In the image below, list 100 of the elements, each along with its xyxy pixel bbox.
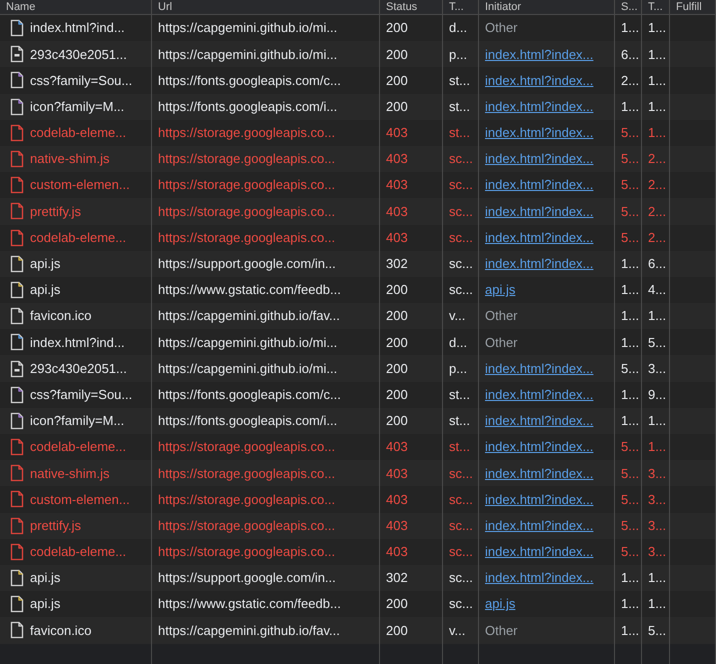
request-row[interactable]: icon?family=M... https://fonts.googleapis.com/i... 200 st... index.html?index... 1... 1... (0, 408, 716, 434)
size-header[interactable]: S... (621, 0, 638, 14)
request-row[interactable]: codelab-eleme... https://storage.googleapis.co... 403 sc... index.html?index... 5... 3... (0, 538, 716, 565)
initiator-link[interactable]: api.js (485, 280, 516, 300)
request-time: 5... (648, 334, 666, 352)
file-icon (10, 595, 24, 614)
request-size: 6... (621, 46, 640, 64)
request-type: st... (449, 386, 470, 404)
initiator-link[interactable]: index.html?index... (485, 384, 594, 404)
status-code: 200 (386, 622, 408, 640)
request-row[interactable]: native-shim.js https://storage.googleapis.co... 403 sc... index.html?index... 5... 2... (0, 146, 716, 172)
request-name: codelab-eleme... (30, 228, 126, 247)
time-header[interactable]: T... (648, 0, 663, 14)
initiator-link[interactable]: index.html?index... (485, 175, 594, 195)
request-name: prettify.js (30, 516, 82, 535)
url-header[interactable]: Url (158, 0, 172, 14)
request-row[interactable]: custom-elemen... https://storage.googleapis.co... 403 sc... index.html?index... 5... 3... (0, 486, 716, 513)
request-url: https://capgemini.github.io/mi... (158, 46, 338, 64)
request-row[interactable]: 293c430e2051... https://capgemini.github.io/mi... 200 p... index.html?index... 6... 1... (0, 41, 716, 68)
status-code: 200 (386, 72, 408, 90)
initiator-link[interactable]: index.html?index... (485, 123, 594, 143)
request-size: 5... (621, 150, 640, 168)
status-header[interactable]: Status (386, 0, 418, 14)
file-icon (10, 307, 24, 326)
file-icon (10, 412, 24, 430)
initiator-link[interactable]: index.html?index... (485, 96, 594, 116)
request-row[interactable]: custom-elemen... https://storage.googleapis.co... 403 sc... index.html?index... 5... 2... (0, 172, 716, 198)
request-time: 2... (648, 228, 666, 247)
request-row[interactable]: 293c430e2051... https://capgemini.github.io/mi... 200 p... index.html?index... 5... 3... (0, 355, 716, 382)
request-size: 1... (621, 412, 640, 430)
request-time: 1... (648, 46, 666, 64)
initiator-link[interactable]: index.html?index... (485, 149, 594, 169)
file-icon (10, 438, 24, 456)
request-row[interactable]: codelab-eleme... https://storage.googleapis.co... 403 sc... index.html?index... 5... 2... (0, 224, 716, 251)
initiator-link[interactable]: api.js (485, 594, 516, 614)
request-type: sc... (449, 255, 473, 274)
status-code: 403 (386, 228, 408, 247)
request-row[interactable]: icon?family=M... https://fonts.googleapis.com/i... 200 st... index.html?index... 1... 1... (0, 94, 716, 120)
request-row[interactable]: api.js https://www.gstatic.com/feedb... 200 sc... api.js 1... 4... (0, 276, 716, 304)
initiator-link[interactable]: index.html?index... (485, 254, 594, 274)
request-row[interactable]: api.js https://support.google.com/in... 302 sc... index.html?index... 1... 1... (0, 564, 716, 592)
initiator-link[interactable]: index.html?index... (485, 542, 594, 562)
request-row[interactable]: api.js https://support.google.com/in... 302 sc... index.html?index... 1... 6... (0, 250, 716, 277)
request-row[interactable]: css?family=Sou... https://fonts.googleapis.com/c... 200 st... index.html?index... 1... 9... (0, 382, 716, 408)
initiator-link[interactable]: index.html?index... (485, 228, 594, 248)
request-time: 1... (648, 98, 666, 116)
file-icon (10, 464, 24, 482)
request-type: sc... (449, 516, 473, 535)
initiator-link[interactable]: index.html?index... (485, 358, 594, 378)
request-size: 1... (621, 281, 640, 300)
request-row[interactable]: codelab-eleme... https://storage.googleapis.co... 403 st... index.html?index... 5... 1... (0, 120, 716, 146)
request-name: favicon.ico (30, 622, 92, 640)
request-row[interactable]: prettify.js https://storage.googleapis.co... 403 sc... index.html?index... 5... 2... (0, 198, 716, 224)
request-type: sc... (449, 228, 473, 247)
file-minus-icon (10, 360, 24, 378)
request-row[interactable]: index.html?ind... https://capgemini.github.io/mi... 200 d... Other 1... 5... (0, 329, 716, 356)
initiator-link[interactable]: index.html?index... (485, 70, 594, 90)
name-header[interactable]: Name (6, 0, 36, 14)
request-time: 2... (648, 202, 666, 221)
initiator-link[interactable]: index.html?index... (485, 568, 594, 588)
request-size: 1... (621, 569, 640, 588)
request-row[interactable]: api.js https://www.gstatic.com/feedb... 200 sc... api.js 1... 1... (0, 591, 716, 618)
file-icon (10, 280, 24, 299)
initiator-header[interactable]: Initiator (485, 0, 522, 14)
fulfilled-header[interactable]: Fulfill (676, 0, 702, 14)
status-code: 200 (386, 334, 408, 352)
request-row[interactable]: favicon.ico https://capgemini.github.io/fav... 200 v... Other 1... 1... (0, 303, 716, 330)
initiator-link[interactable]: index.html?index... (485, 464, 594, 484)
initiator-link[interactable]: index.html?index... (485, 490, 594, 510)
status-code: 200 (386, 46, 408, 64)
request-time: 3... (648, 360, 666, 378)
request-row[interactable]: favicon.ico https://capgemini.github.io/fav... 200 v... Other 1... 5... (0, 617, 716, 644)
initiator-link[interactable]: index.html?index... (485, 437, 594, 457)
status-code: 302 (386, 569, 408, 588)
request-type: sc... (449, 543, 473, 562)
request-type: st... (449, 438, 470, 456)
request-url: https://fonts.googleapis.com/i... (158, 412, 338, 430)
request-row[interactable]: prettify.js https://storage.googleapis.co... 403 sc... index.html?index... 5... 3... (0, 512, 716, 539)
request-row[interactable]: css?family=Sou... https://fonts.googleapis.com/c... 200 st... index.html?index... 2... 1... (0, 67, 716, 94)
request-row[interactable]: codelab-eleme... https://storage.googleapis.co... 403 st... index.html?index... 5... 1... (0, 434, 716, 460)
request-type: d... (449, 334, 468, 352)
status-code: 200 (386, 595, 408, 614)
initiator-link[interactable]: index.html?index... (485, 516, 594, 536)
request-type: st... (449, 124, 470, 142)
file-icon (10, 176, 24, 194)
request-url: https://storage.googleapis.co... (158, 438, 336, 456)
initiator-link[interactable]: index.html?index... (485, 202, 594, 222)
request-row[interactable]: index.html?ind... https://capgemini.github.io/mi... 200 d... Other 1... 1... (0, 15, 716, 42)
request-url: https://www.gstatic.com/feedb... (158, 595, 341, 614)
initiator-link[interactable]: index.html?index... (485, 411, 594, 431)
type-header[interactable]: T... (449, 0, 464, 14)
file-icon (10, 386, 24, 404)
initiator-link[interactable]: index.html?index... (485, 44, 594, 64)
request-time: 6... (648, 255, 666, 274)
request-url: https://storage.googleapis.co... (158, 543, 336, 562)
request-name: icon?family=M... (30, 98, 124, 116)
request-type: sc... (449, 150, 473, 168)
request-row[interactable]: native-shim.js https://storage.googleapis.co... 403 sc... index.html?index... 5... 3... (0, 460, 716, 486)
request-type: sc... (449, 490, 473, 509)
request-time: 1... (648, 595, 666, 614)
